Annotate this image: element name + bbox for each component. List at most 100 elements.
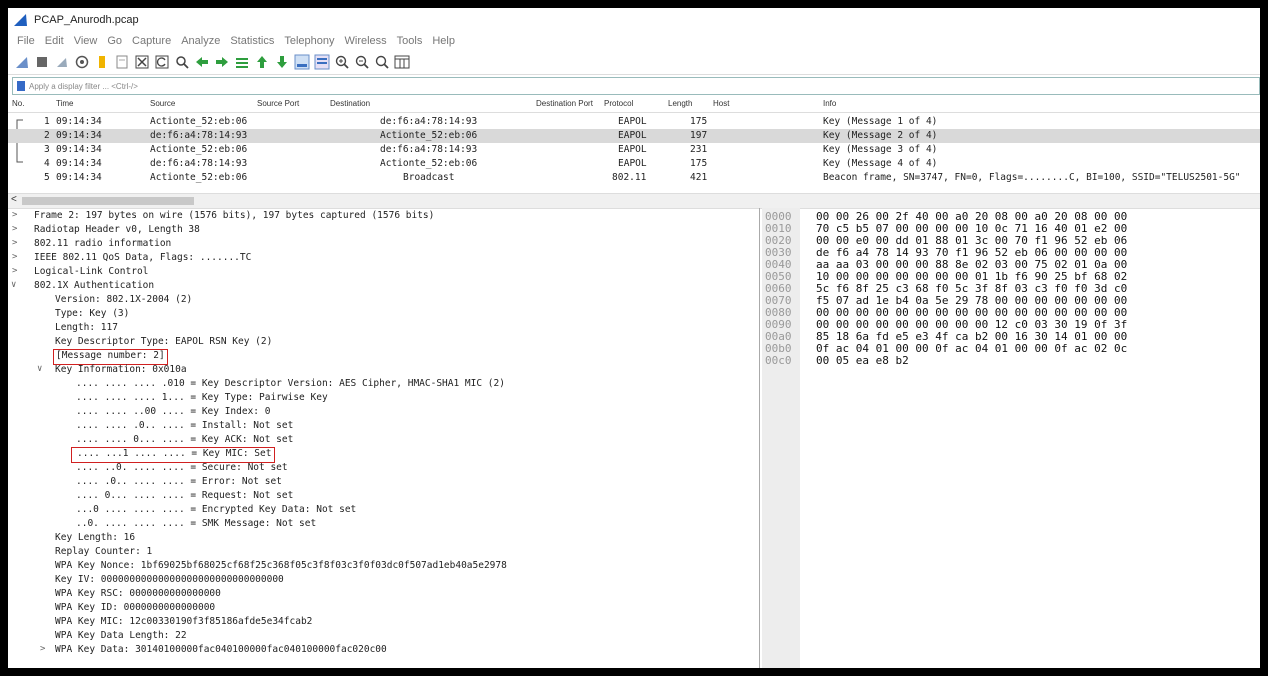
main-toolbar (8, 50, 1260, 75)
menu-view[interactable]: View (74, 35, 98, 47)
packet-row[interactable]: 1 09:14:34 Actionte_52:eb:06 de:f6:a4:78… (8, 115, 1260, 129)
zoom-in-icon[interactable] (334, 54, 350, 70)
menu-wireless[interactable]: Wireless (345, 35, 387, 47)
tree-item-length[interactable]: Length: 117 (55, 322, 118, 336)
start-capture-icon[interactable] (14, 54, 30, 70)
menu-tools[interactable]: Tools (397, 35, 423, 47)
save-file-icon[interactable] (114, 54, 130, 70)
tree-item-wpa-key-mic[interactable]: WPA Key MIC: 12c00330190f3f85186afde5e34… (55, 616, 312, 630)
tree-item-radio-info[interactable]: 802.11 radio information (34, 238, 171, 252)
zoom-out-icon[interactable] (354, 54, 370, 70)
go-back-icon[interactable] (194, 54, 210, 70)
packet-bytes-pane: 0000 00 00 26 00 2f 40 00 a0 20 08 00 a0 … (762, 208, 1260, 668)
packet-row[interactable]: 5 09:14:34 Actionte_52:eb:06 Broadcast 8… (8, 171, 1260, 185)
first-packet-icon[interactable] (254, 54, 270, 70)
menu-go[interactable]: Go (107, 35, 122, 47)
tree-item-key-iv[interactable]: Key IV: 00000000000000000000000000000000 (55, 574, 284, 588)
col-protocol[interactable]: Protocol (604, 99, 633, 108)
scroll-thumb[interactable] (22, 197, 194, 205)
bookmark-icon[interactable] (17, 81, 25, 91)
lower-panes: > Frame 2: 197 bytes on wire (1576 bits)… (8, 208, 1260, 668)
go-forward-icon[interactable] (214, 54, 230, 70)
menu-help[interactable]: Help (432, 35, 455, 47)
tree-item-message-number[interactable]: [Message number: 2] (53, 349, 168, 365)
col-length[interactable]: Length (668, 99, 692, 108)
tree-item-ieee80211[interactable]: IEEE 802.11 QoS Data, Flags: .......TC (34, 252, 251, 266)
tree-item-smk-message[interactable]: ..0. .... .... .... = SMK Message: Not s… (76, 518, 316, 532)
restart-capture-icon[interactable] (54, 54, 70, 70)
go-to-packet-icon[interactable] (234, 54, 250, 70)
tree-item-8021x[interactable]: 802.1X Authentication (34, 280, 154, 294)
menu-capture[interactable]: Capture (132, 35, 171, 47)
expand-chevron-icon[interactable]: > (12, 266, 17, 276)
scroll-left-icon[interactable]: < (11, 194, 17, 205)
menu-statistics[interactable]: Statistics (230, 35, 274, 47)
packet-row-selected[interactable]: 2 09:14:34 de:f6:a4:78:14:93 Actionte_52… (8, 129, 1260, 143)
tree-item-error[interactable]: .... .0.. .... .... = Error: Not set (76, 476, 282, 490)
tree-item-wpa-key-nonce[interactable]: WPA Key Nonce: 1bf69025bf68025cf68f25c36… (55, 560, 507, 574)
tree-item-key-mic[interactable]: .... ...1 .... .... = Key MIC: Set (71, 447, 276, 463)
menu-analyze[interactable]: Analyze (181, 35, 220, 47)
last-packet-icon[interactable] (274, 54, 290, 70)
expand-chevron-icon[interactable]: > (12, 224, 17, 234)
tree-item-key-index[interactable]: .... .... ..00 .... = Key Index: 0 (76, 406, 270, 420)
tree-item-encrypted-key-data[interactable]: ...0 .... .... .... = Encrypted Key Data… (76, 504, 356, 518)
tree-item-key-descriptor-type[interactable]: Key Descriptor Type: EAPOL RSN Key (2) (55, 336, 272, 350)
wireshark-window: PCAP_Anurodh.pcap File Edit View Go Capt… (8, 8, 1260, 668)
col-host[interactable]: Host (713, 99, 729, 108)
tree-item-key-descriptor-version[interactable]: .... .... .... .010 = Key Descriptor Ver… (76, 378, 505, 392)
collapse-chevron-icon[interactable]: ∨ (37, 364, 42, 374)
col-no[interactable]: No. (12, 99, 24, 108)
pane-splitter[interactable] (759, 208, 760, 668)
packet-row[interactable]: 4 09:14:34 de:f6:a4:78:14:93 Actionte_52… (8, 157, 1260, 171)
find-packet-icon[interactable] (174, 54, 190, 70)
colorize-icon[interactable] (314, 54, 330, 70)
packet-row[interactable]: 3 09:14:34 Actionte_52:eb:06 de:f6:a4:78… (8, 143, 1260, 157)
col-time[interactable]: Time (56, 99, 73, 108)
tree-item-install[interactable]: .... .... .0.. .... = Install: Not set (76, 420, 293, 434)
tree-item-radiotap[interactable]: Radiotap Header v0, Length 38 (34, 224, 200, 238)
col-source[interactable]: Source (150, 99, 175, 108)
col-source-port[interactable]: Source Port (257, 99, 299, 108)
tree-item-request[interactable]: .... 0... .... .... = Request: Not set (76, 490, 293, 504)
autoscroll-icon[interactable] (294, 54, 310, 70)
expand-chevron-icon[interactable]: > (12, 210, 17, 220)
expand-chevron-icon[interactable]: > (12, 238, 17, 248)
display-filter-input[interactable]: Apply a display filter ... <Ctrl-/> (12, 77, 1260, 95)
collapse-chevron-icon[interactable]: ∨ (11, 280, 16, 290)
reload-file-icon[interactable] (154, 54, 170, 70)
col-destination[interactable]: Destination (330, 99, 370, 108)
filter-placeholder: Apply a display filter ... <Ctrl-/> (29, 81, 138, 91)
resize-columns-icon[interactable] (394, 54, 410, 70)
tree-item-type[interactable]: Type: Key (3) (55, 308, 129, 322)
col-info[interactable]: Info (823, 99, 836, 108)
tree-item-key-length[interactable]: Key Length: 16 (55, 532, 135, 546)
tree-item-key-ack[interactable]: .... .... 0... .... = Key ACK: Not set (76, 434, 293, 448)
menu-bar: File Edit View Go Capture Analyze Statis… (8, 32, 1260, 50)
expand-chevron-icon[interactable]: > (12, 252, 17, 262)
menu-edit[interactable]: Edit (45, 35, 64, 47)
col-destination-port[interactable]: Destination Port (536, 99, 593, 108)
capture-options-icon[interactable] (74, 54, 90, 70)
menu-telephony[interactable]: Telephony (284, 35, 334, 47)
tree-item-frame[interactable]: Frame 2: 197 bytes on wire (1576 bits), … (34, 210, 434, 224)
tree-item-secure[interactable]: .... ..0. .... .... = Secure: Not set (76, 462, 288, 476)
tree-item-wpa-key-data[interactable]: WPA Key Data: 30140100000fac040100000fac… (55, 644, 387, 658)
zoom-reset-icon[interactable] (374, 54, 390, 70)
close-file-icon[interactable] (134, 54, 150, 70)
tree-item-wpa-key-data-length[interactable]: WPA Key Data Length: 22 (55, 630, 187, 644)
open-file-icon[interactable] (94, 54, 110, 70)
wireshark-fin-icon (14, 14, 27, 26)
tree-item-replay-counter[interactable]: Replay Counter: 1 (55, 546, 152, 560)
tree-item-key-information[interactable]: Key Information: 0x010a (55, 364, 187, 378)
title-bar: PCAP_Anurodh.pcap (8, 8, 1260, 32)
expand-chevron-icon[interactable]: > (40, 644, 45, 654)
packet-list-hscrollbar[interactable]: < (8, 193, 1260, 209)
tree-item-llc[interactable]: Logical-Link Control (34, 266, 148, 280)
stop-capture-icon[interactable] (34, 54, 50, 70)
tree-item-key-type[interactable]: .... .... .... 1... = Key Type: Pairwise… (76, 392, 328, 406)
tree-item-wpa-key-id[interactable]: WPA Key ID: 0000000000000000 (55, 602, 215, 616)
tree-item-wpa-key-rsc[interactable]: WPA Key RSC: 0000000000000000 (55, 588, 221, 602)
menu-file[interactable]: File (17, 35, 35, 47)
tree-item-version[interactable]: Version: 802.1X-2004 (2) (55, 294, 192, 308)
